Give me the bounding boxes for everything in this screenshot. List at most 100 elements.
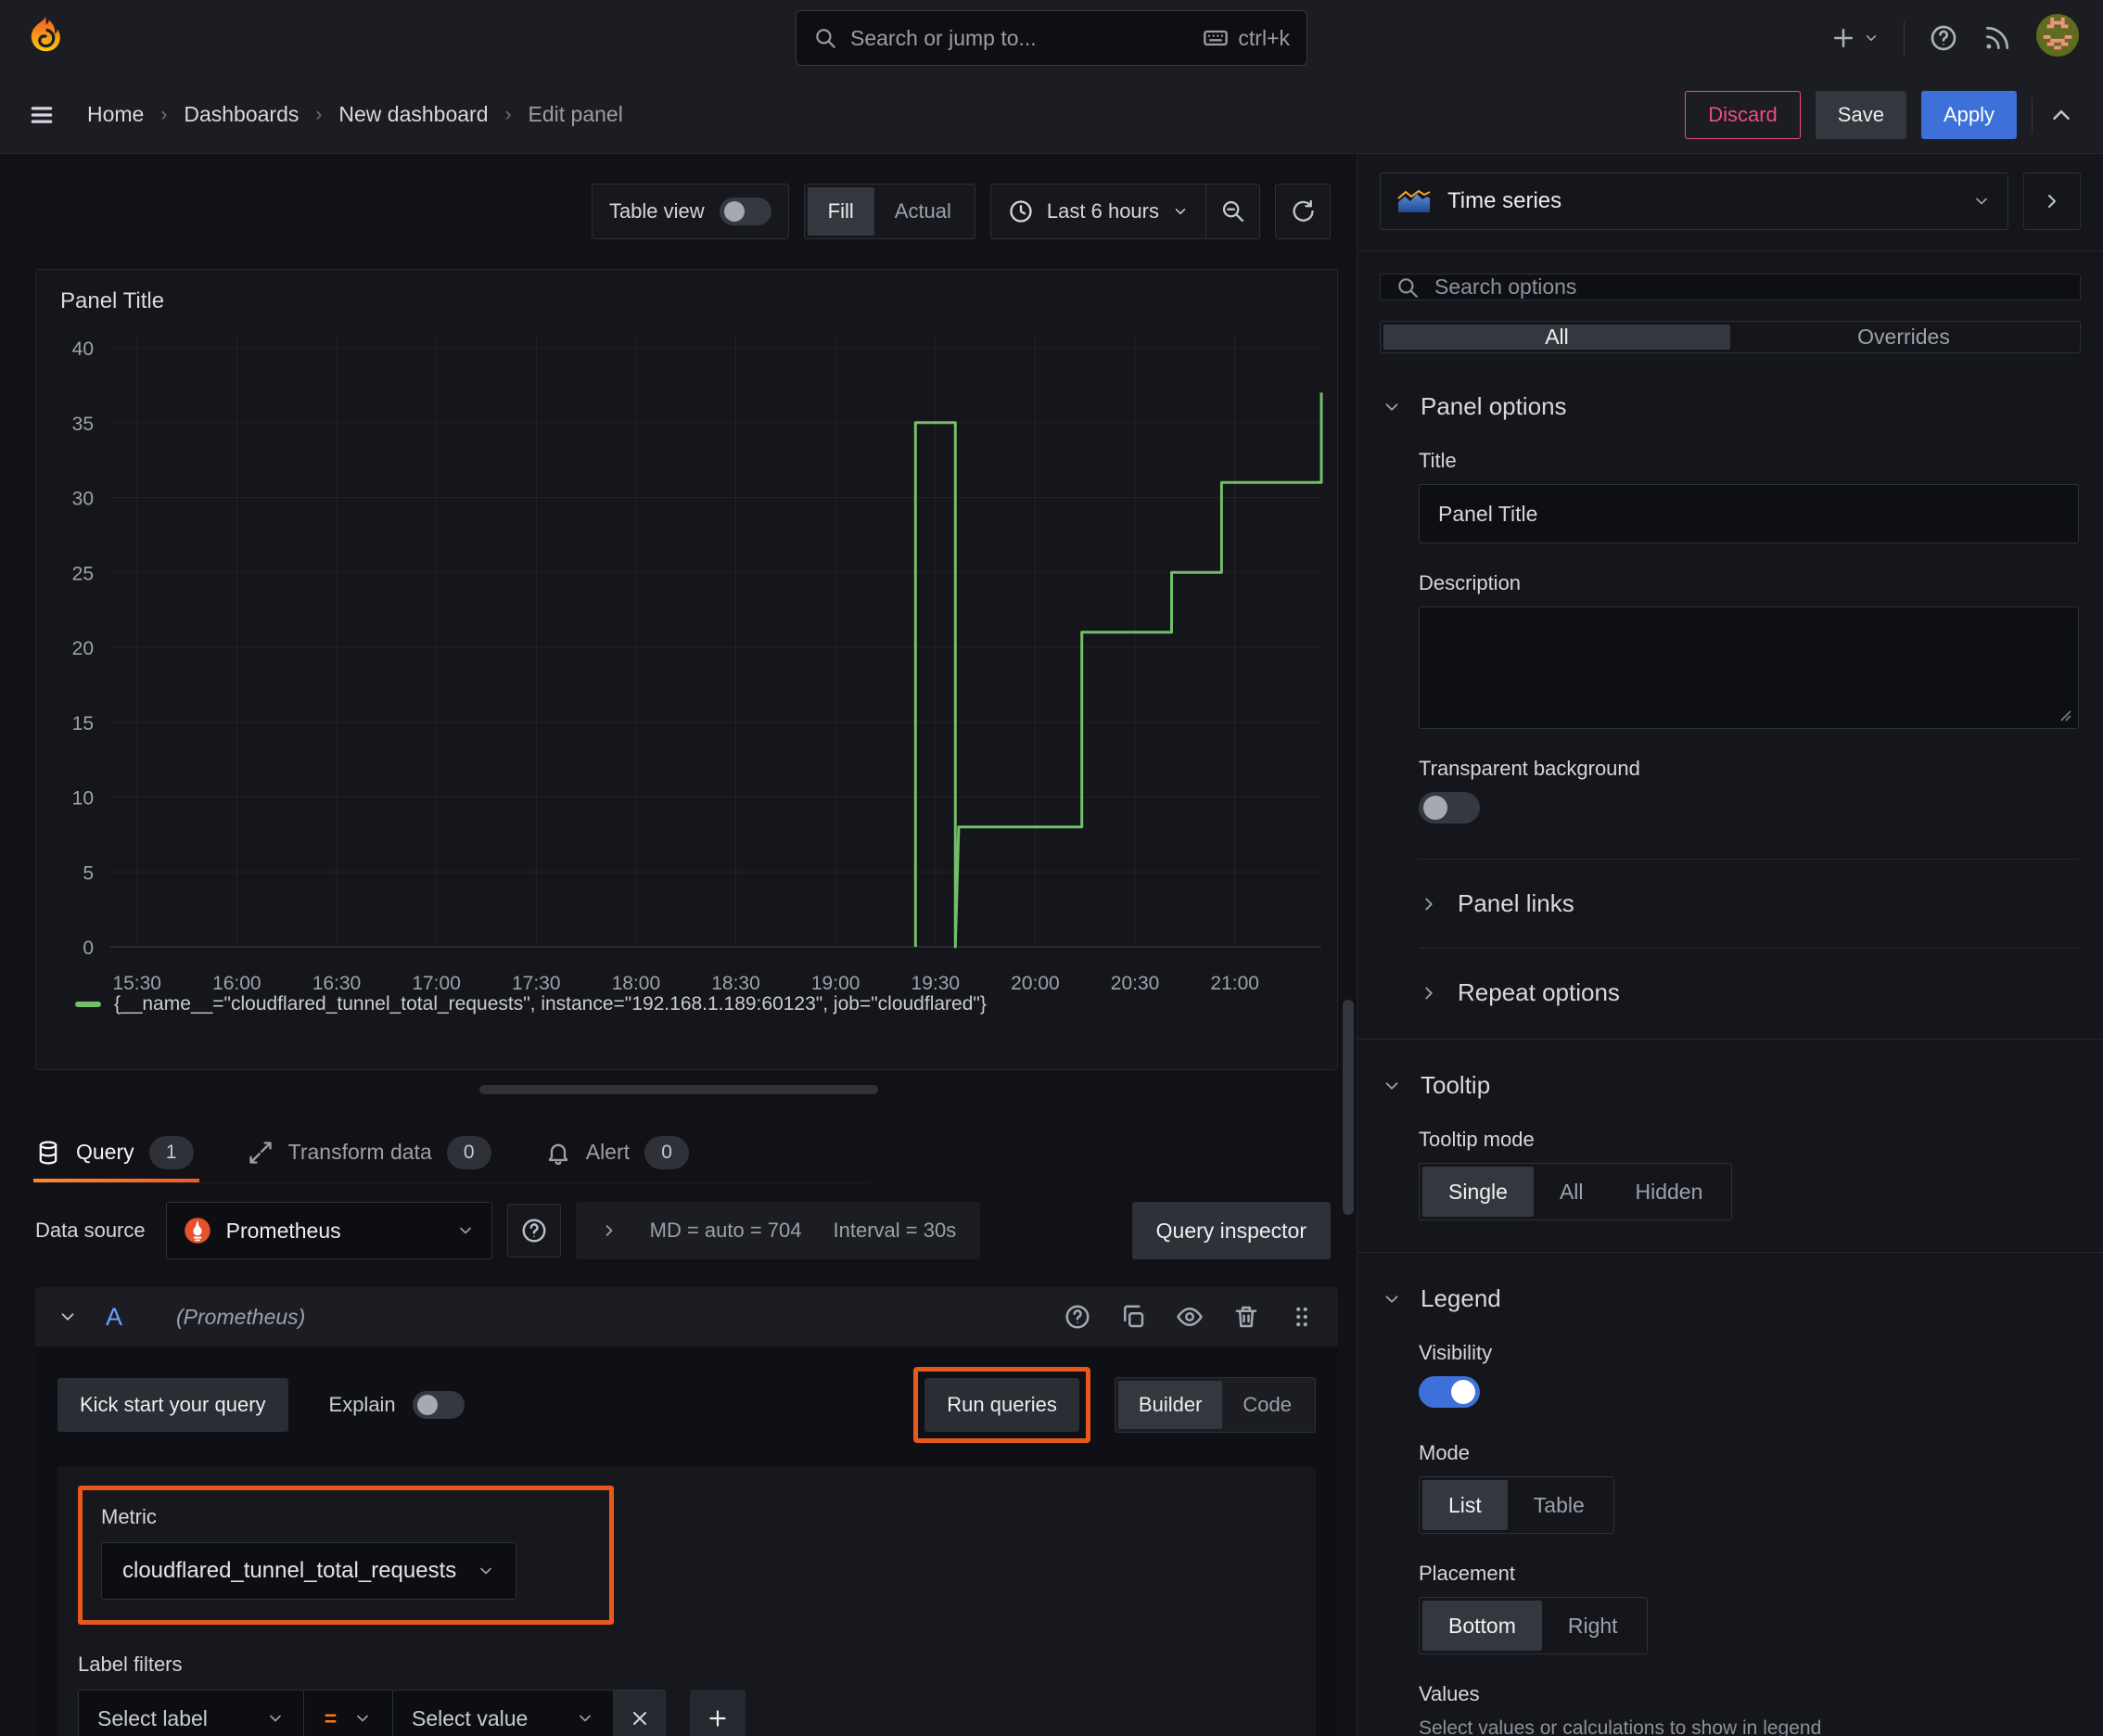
tab-alert-label: Alert	[585, 1140, 631, 1164]
metric-label: Metric	[101, 1505, 157, 1528]
new-menu-button[interactable]	[1829, 24, 1880, 52]
select-value-placeholder: Select value	[412, 1705, 529, 1730]
table-view-toggle[interactable]	[719, 198, 771, 225]
toggle-viz-picker-button[interactable]	[2023, 172, 2081, 230]
chevron-down-icon	[576, 1709, 594, 1728]
save-button[interactable]: Save	[1815, 90, 1906, 139]
operator-value: =	[324, 1705, 338, 1730]
plus-icon	[706, 1706, 730, 1730]
select-label-dropdown[interactable]: Select label	[78, 1690, 304, 1736]
trash-icon	[1232, 1303, 1260, 1331]
svg-text:17:30: 17:30	[512, 973, 561, 993]
time-series-chart[interactable]: 0 5 10 15 20 25 30 35 40 15:30 16:00 16:30 17:00 17:3…	[45, 322, 1331, 993]
legend-mode-table[interactable]: Table	[1508, 1480, 1611, 1530]
panel-preview: Panel Title 0 5 10 15 20 25 30 35 40 15:30 16:00 16…	[35, 269, 1338, 1070]
duplicate-query-button[interactable]	[1119, 1303, 1147, 1331]
visualization-value: Time series	[1447, 188, 1562, 213]
apply-button[interactable]: Apply	[1920, 90, 2017, 139]
explain-toggle[interactable]	[412, 1391, 465, 1419]
time-series-icon	[1397, 189, 1431, 212]
delete-query-button[interactable]	[1232, 1303, 1260, 1331]
tooltip-section-header[interactable]: Tooltip	[1382, 1071, 2079, 1100]
description-textarea[interactable]	[1419, 606, 2079, 729]
help-button[interactable]	[1929, 23, 1958, 53]
tooltip-mode-hidden[interactable]: Hidden	[1610, 1167, 1729, 1217]
query-options-row[interactable]: MD = auto = 704 Interval = 30s	[575, 1202, 981, 1259]
fill-option[interactable]: Fill	[807, 187, 874, 236]
avatar[interactable]	[2036, 14, 2079, 62]
menu-toggle-button[interactable]	[28, 101, 56, 129]
query-help-button[interactable]	[1064, 1303, 1091, 1331]
options-search-box[interactable]	[1380, 274, 2081, 300]
options-search-input[interactable]	[1434, 274, 2065, 300]
legend-section-header[interactable]: Legend	[1382, 1284, 2079, 1313]
title-field-label: Title	[1419, 449, 1457, 472]
toggle-query-visibility-button[interactable]	[1175, 1303, 1204, 1331]
collapse-options-button[interactable]	[2047, 101, 2075, 129]
breadcrumb-dashboards[interactable]: Dashboards	[184, 102, 299, 127]
svg-text:19:30: 19:30	[911, 973, 961, 993]
operator-dropdown[interactable]: =	[304, 1690, 393, 1736]
legend-mode-list[interactable]: List	[1422, 1480, 1508, 1530]
datasource-picker[interactable]: Prometheus	[165, 1202, 492, 1259]
datasource-toolbar: Data source Prometheus MD = auto = 704 I…	[35, 1202, 1331, 1259]
label-filters-label: Label filters	[78, 1653, 183, 1676]
filter-overrides-tab[interactable]: Overrides	[1730, 325, 2077, 350]
tooltip-mode-single[interactable]: Single	[1422, 1167, 1534, 1217]
breadcrumb-new-dashboard[interactable]: New dashboard	[338, 102, 488, 127]
legend-series-label[interactable]: {__name__="cloudflared_tunnel_total_requ…	[114, 993, 987, 1015]
plus-icon	[1829, 24, 1857, 52]
metric-annotation-box: Metric cloudflared_tunnel_total_requests	[78, 1486, 614, 1625]
tab-query[interactable]: Query 1	[33, 1122, 199, 1182]
remove-filter-button[interactable]	[614, 1690, 666, 1736]
tab-transform-label: Transform data	[287, 1140, 432, 1164]
main-scrollbar-thumb[interactable]	[1343, 1000, 1354, 1215]
panel-links-section-header[interactable]: Panel links	[1419, 889, 2079, 918]
builder-option[interactable]: Builder	[1117, 1381, 1223, 1429]
tooltip-mode-all[interactable]: All	[1534, 1167, 1610, 1217]
transparent-background-toggle[interactable]	[1419, 792, 1480, 823]
global-search-input[interactable]: Search or jump to... ctrl+k	[796, 10, 1307, 66]
discard-button[interactable]: Discard	[1685, 90, 1801, 139]
time-range-picker[interactable]: Last 6 hours	[991, 185, 1205, 238]
breadcrumb-home[interactable]: Home	[87, 102, 144, 127]
builder-code-segmented: Builder Code	[1114, 1377, 1316, 1433]
legend-placement-right[interactable]: Right	[1542, 1601, 1644, 1651]
actual-option[interactable]: Actual	[874, 187, 972, 236]
metric-select[interactable]: cloudflared_tunnel_total_requests	[101, 1542, 517, 1600]
news-button[interactable]	[1982, 23, 2012, 53]
panel-options-section-header[interactable]: Panel options	[1382, 392, 2079, 421]
datasource-help-button[interactable]	[506, 1204, 561, 1257]
add-filter-button[interactable]	[690, 1690, 746, 1736]
fill-actual-segmented: Fill Actual	[803, 184, 975, 239]
grafana-logo-icon[interactable]	[24, 14, 67, 62]
query-row-header[interactable]: A (Prometheus)	[35, 1287, 1338, 1347]
legend-visibility-toggle[interactable]	[1419, 1376, 1480, 1408]
svg-text:10: 10	[72, 788, 94, 810]
tab-transform-data[interactable]: Transform data 0	[248, 1122, 491, 1182]
kick-start-query-button[interactable]: Kick start your query	[57, 1378, 288, 1432]
legend-mode-label: Mode	[1419, 1441, 1471, 1464]
select-value-dropdown[interactable]: Select value	[393, 1690, 614, 1736]
drag-query-handle[interactable]	[1288, 1303, 1316, 1331]
svg-text:5: 5	[83, 862, 94, 884]
run-queries-annotation-box: Run queries	[913, 1367, 1090, 1443]
resize-corner-icon[interactable]	[2054, 704, 2072, 722]
tab-alert[interactable]: Alert 0	[545, 1122, 690, 1182]
filter-all-tab[interactable]: All	[1383, 325, 1730, 350]
legend-placement-label: Placement	[1419, 1562, 1515, 1585]
run-queries-button[interactable]: Run queries	[924, 1378, 1079, 1432]
refresh-button[interactable]	[1275, 184, 1331, 239]
panel-title-input[interactable]	[1419, 484, 2079, 543]
code-option[interactable]: Code	[1222, 1381, 1312, 1429]
panel-resize-handle[interactable]	[478, 1085, 878, 1094]
legend-placement-bottom[interactable]: Bottom	[1422, 1601, 1542, 1651]
search-icon	[813, 26, 837, 50]
top-bar: Search or jump to... ctrl+k	[0, 0, 2103, 76]
toggle-knob	[1423, 796, 1447, 820]
query-inspector-button[interactable]: Query inspector	[1131, 1202, 1331, 1259]
zoom-out-button[interactable]	[1205, 185, 1259, 238]
visualization-picker[interactable]: Time series	[1380, 172, 2008, 230]
toggle-knob	[723, 201, 745, 222]
repeat-options-section-header[interactable]: Repeat options	[1419, 978, 2079, 1007]
